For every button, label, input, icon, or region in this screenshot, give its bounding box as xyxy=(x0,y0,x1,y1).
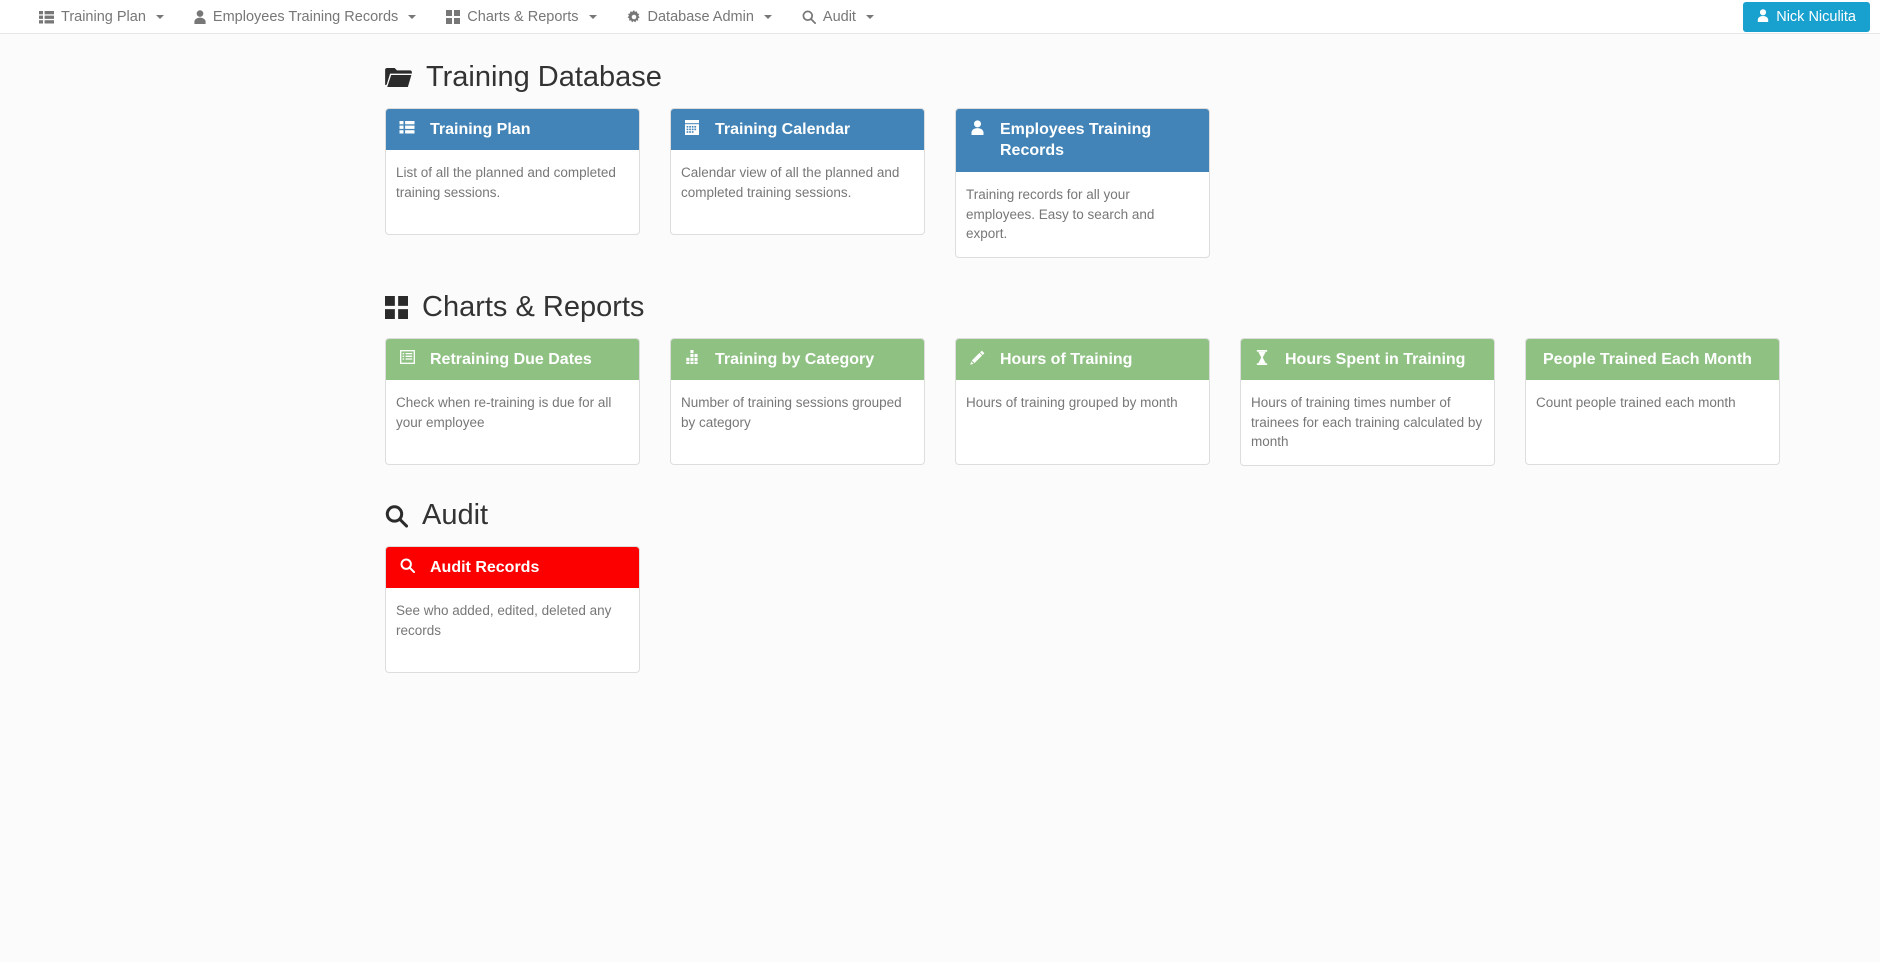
card-description: See who added, edited, deleted any recor… xyxy=(396,603,612,638)
navbar-menu: Training Plan Employees Training Records… xyxy=(24,0,889,34)
user-name-label: Nick Niculita xyxy=(1776,9,1856,25)
section-charts-reports: Charts & Reports Retraining Due Dates Ch… xyxy=(385,290,1880,496)
gear-icon xyxy=(627,9,641,24)
user-icon xyxy=(194,9,206,24)
section-audit: Audit Audit Records See who added, edite… xyxy=(385,498,1880,704)
card-description: Number of training sessions grouped by c… xyxy=(681,395,902,430)
bar-chart-icon xyxy=(683,349,701,364)
card-training-calendar[interactable]: Training Calendar Calendar view of all t… xyxy=(670,107,925,236)
section-heading: Training Database xyxy=(385,61,1880,94)
list-icon xyxy=(39,10,54,24)
chevron-down-icon xyxy=(865,14,874,19)
card-title: Training by Category xyxy=(715,350,875,368)
card-training-by-category[interactable]: Training by Category Number of training … xyxy=(670,337,925,466)
chevron-down-icon xyxy=(408,14,417,19)
chevron-down-icon xyxy=(155,14,164,19)
card-description: Hours of training grouped by month xyxy=(966,395,1178,411)
user-icon xyxy=(1757,8,1769,26)
card-header: Retraining Due Dates xyxy=(386,338,639,381)
list-alt-icon xyxy=(398,349,416,364)
card-header: People Trained Each Month xyxy=(1526,338,1779,381)
card-title: Hours of Training xyxy=(1000,350,1133,368)
card-header: Employees Training Records xyxy=(956,108,1209,173)
grid-icon xyxy=(385,296,408,320)
hourglass-icon xyxy=(1253,349,1271,365)
search-icon xyxy=(385,504,408,528)
card-header: Training Calendar xyxy=(671,108,924,151)
section-training-database: Training Database Training Plan List of … xyxy=(385,61,1880,288)
grid-icon xyxy=(446,9,461,24)
user-icon xyxy=(968,120,986,135)
nav-item-label: Database Admin xyxy=(647,8,754,25)
card-header: Hours Spent in Training xyxy=(1241,338,1494,381)
card-hours-spent-in-training[interactable]: Hours Spent in Training Hours of trainin… xyxy=(1240,337,1495,466)
card-grid: Retraining Due Dates Check when re-train… xyxy=(385,337,1880,496)
pencil-icon xyxy=(968,350,986,365)
card-header: Training Plan xyxy=(386,108,639,151)
card-title: Retraining Due Dates xyxy=(430,350,592,368)
card-hours-of-training[interactable]: Hours of Training Hours of training grou… xyxy=(955,337,1210,466)
section-heading: Charts & Reports xyxy=(385,290,1880,324)
card-people-trained-each-month[interactable]: People Trained Each Month Count people t… xyxy=(1525,337,1780,466)
page-content: Training Database Training Plan List of … xyxy=(0,34,1880,703)
card-title: Training Calendar xyxy=(715,120,851,138)
card-title: Employees Training Records xyxy=(1000,120,1152,160)
card-description: Check when re-training is due for all yo… xyxy=(396,395,612,430)
nav-item-label: Training Plan xyxy=(61,8,146,25)
nav-item-training-plan[interactable]: Training Plan xyxy=(24,0,179,34)
card-employees-training-records[interactable]: Employees Training Records Training reco… xyxy=(955,107,1210,258)
chevron-down-icon xyxy=(763,14,772,19)
nav-item-label: Charts & Reports xyxy=(467,8,579,25)
card-title: People Trained Each Month xyxy=(1543,350,1752,368)
search-icon xyxy=(802,10,816,24)
folder-icon xyxy=(385,67,412,88)
nav-item-database-admin[interactable]: Database Admin xyxy=(612,0,787,34)
card-description: List of all the planned and completed tr… xyxy=(396,165,616,201)
section-heading: Audit xyxy=(385,498,1880,532)
card-audit-records[interactable]: Audit Records See who added, edited, del… xyxy=(385,545,640,674)
nav-item-charts-reports[interactable]: Charts & Reports xyxy=(431,0,611,34)
search-icon xyxy=(398,558,416,573)
calendar-icon xyxy=(683,119,701,135)
card-grid: Training Plan List of all the planned an… xyxy=(385,107,1880,288)
card-title: Audit Records xyxy=(430,558,540,576)
card-description: Hours of training times number of traine… xyxy=(1251,395,1483,450)
nav-item-audit[interactable]: Audit xyxy=(787,0,889,34)
user-account-button[interactable]: Nick Niculita xyxy=(1743,2,1870,32)
chevron-down-icon xyxy=(588,14,597,19)
card-retraining-due-dates[interactable]: Retraining Due Dates Check when re-train… xyxy=(385,337,640,466)
nav-item-label: Employees Training Records xyxy=(212,8,399,25)
nav-item-employees-training-records[interactable]: Employees Training Records xyxy=(179,0,431,34)
card-header: Hours of Training xyxy=(956,338,1209,381)
card-description: Count people trained each month xyxy=(1536,395,1736,411)
card-title: Training Plan xyxy=(430,120,531,138)
card-description: Training records for all your employees.… xyxy=(966,187,1155,242)
card-training-plan[interactable]: Training Plan List of all the planned an… xyxy=(385,107,640,236)
card-header: Training by Category xyxy=(671,338,924,381)
card-header: Audit Records xyxy=(386,546,639,589)
card-description: Calendar view of all the planned and com… xyxy=(681,165,900,201)
nav-item-label: Audit xyxy=(822,8,856,25)
card-grid: Audit Records See who added, edited, del… xyxy=(385,545,1880,704)
top-navbar: Training Plan Employees Training Records… xyxy=(0,0,1880,34)
section-title-label: Charts & Reports xyxy=(422,290,645,323)
section-title-label: Audit xyxy=(422,498,489,531)
card-title: Hours Spent in Training xyxy=(1285,350,1466,368)
list-icon xyxy=(398,120,416,134)
section-title-label: Training Database xyxy=(426,61,662,93)
